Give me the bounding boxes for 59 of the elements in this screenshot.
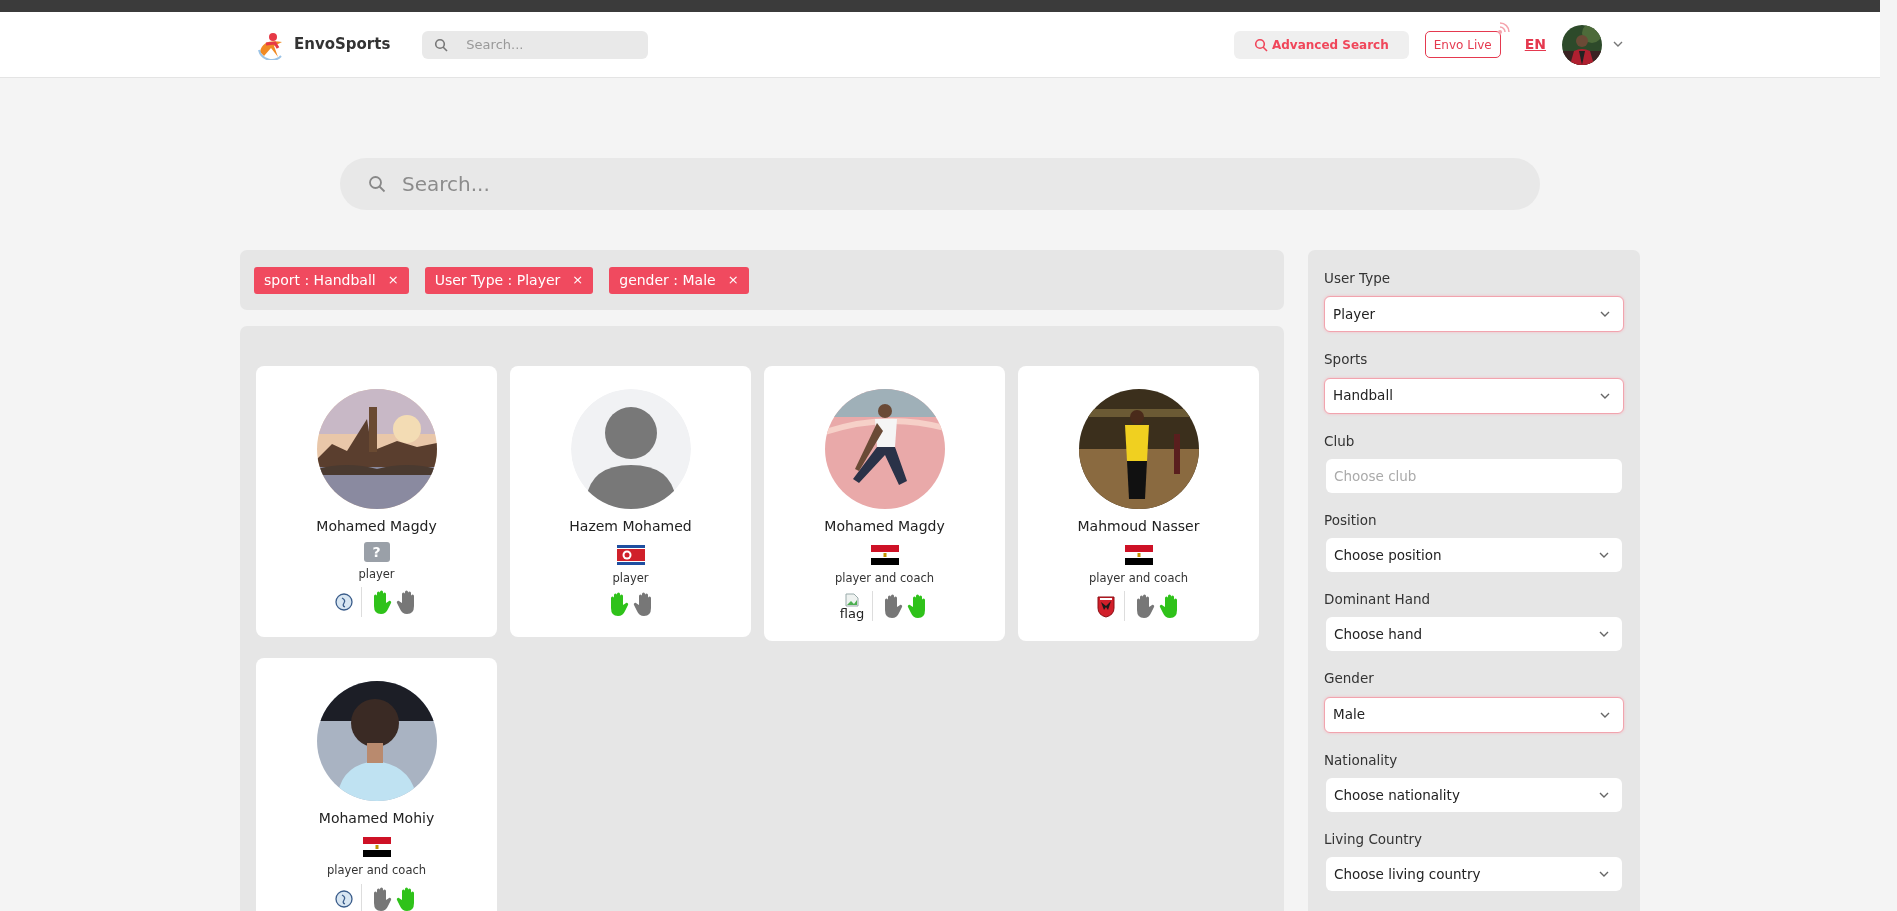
remove-icon[interactable]: × (387, 270, 399, 290)
filter-label: Sports (1324, 350, 1369, 370)
player-name: Mohamed Magdy (316, 517, 437, 536)
search-input[interactable]: Search... (400, 168, 1512, 200)
search-icon (368, 175, 386, 193)
select-field[interactable]: Choose nationality (1326, 777, 1622, 812)
input-field[interactable]: Choose club (1326, 458, 1622, 493)
club-badge-icon (335, 889, 353, 908)
filter-tag[interactable]: gender : Male × (609, 266, 749, 294)
player-role: player and coach (834, 570, 935, 587)
club-badge-icon (335, 593, 353, 612)
image-alt-text: flag (839, 606, 865, 620)
player-name: Mohamed Mohiy (318, 809, 435, 829)
player-name: Hazem Mohamed (569, 517, 692, 536)
filter-label: Gender (1324, 669, 1375, 689)
filter-label: Dominant Hand (1324, 590, 1432, 609)
search-field[interactable]: Search... (422, 30, 649, 59)
profile-card[interactable]: Mohamed Mohiy player and coach (256, 658, 497, 911)
filter-tag[interactable]: User Type : Player × (424, 266, 594, 294)
player-name: Mahmoud Nasser (1077, 517, 1200, 536)
language-link[interactable]: EN (1524, 34, 1546, 55)
select-field[interactable]: Choose living country (1326, 857, 1622, 891)
flag-icon (362, 836, 391, 857)
player-role: player (358, 566, 395, 583)
search-input[interactable]: Search... (464, 33, 635, 56)
flag-icon (870, 544, 899, 565)
search-icon (434, 37, 449, 52)
select-field[interactable]: Choose hand (1326, 617, 1622, 652)
flag-icon (1124, 544, 1153, 565)
filter-label: User Type (1324, 269, 1392, 288)
flag-icon (616, 544, 645, 565)
select-field[interactable]: Choose position (1326, 538, 1622, 572)
player-role: player (612, 570, 649, 587)
filter-label: Club (1324, 431, 1356, 451)
profile-card[interactable]: Mahmoud Nasser player and coach (1018, 366, 1259, 642)
search-icon (1253, 37, 1268, 52)
live-button[interactable]: Envo Live (1424, 31, 1501, 58)
select-field[interactable]: Male (1324, 696, 1624, 733)
remove-icon[interactable]: × (572, 270, 584, 290)
player-name: Mohamed Magdy (824, 517, 945, 536)
profile-card[interactable]: Mohamed Magdy player and coach flag (764, 366, 1005, 642)
select-field[interactable]: Player (1324, 296, 1624, 333)
profile-card[interactable]: Hazem Mohamed player (510, 366, 751, 638)
select-field[interactable]: Handball (1324, 377, 1624, 414)
logo-text: EnvoSports (294, 34, 391, 56)
unknown-flag-icon: ? (363, 542, 390, 562)
player-role: player and coach (1088, 570, 1189, 587)
filter-tag[interactable]: sport : Handball × (254, 266, 409, 294)
filter-label: Living Country (1324, 829, 1424, 849)
chevron-icon (1598, 550, 1610, 560)
filter-label: Nationality (1324, 750, 1399, 770)
filter-label: Position (1324, 510, 1378, 530)
club-crest-icon (1096, 594, 1116, 619)
search-field[interactable]: Search... (340, 158, 1540, 210)
remove-icon[interactable]: × (727, 270, 739, 290)
profile-card[interactable]: Mohamed Magdy ? player (256, 366, 497, 638)
broken-image-icon (845, 592, 859, 607)
player-role: player and coach (326, 862, 427, 880)
chevron-icon (1598, 869, 1610, 879)
